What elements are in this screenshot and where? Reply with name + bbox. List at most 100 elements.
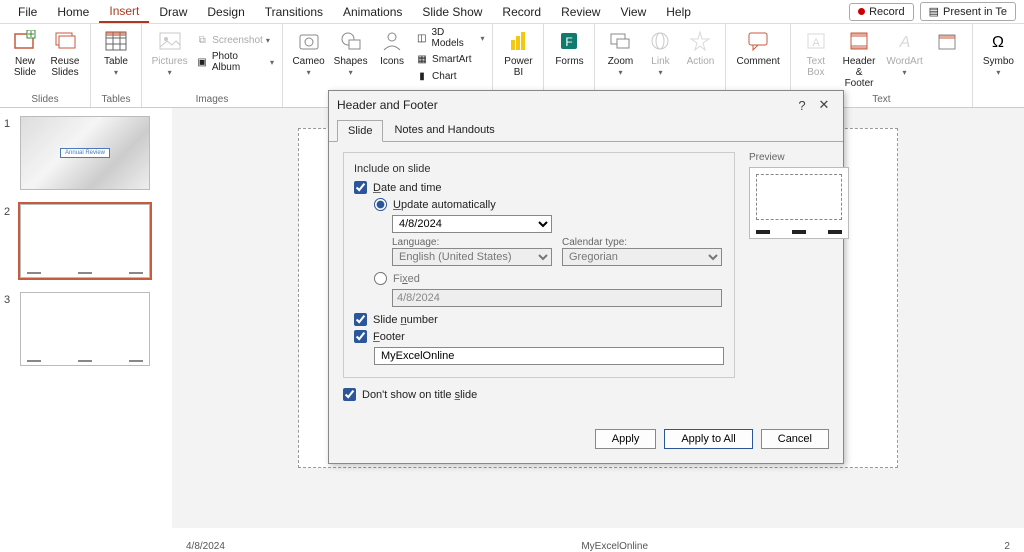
ribbon-group-slides-label: Slides	[6, 92, 84, 107]
menu-review[interactable]: Review	[551, 2, 610, 22]
screenshot-icon: ⧉	[195, 33, 209, 47]
dialog-title: Header and Footer	[337, 98, 791, 112]
slide-thumbnail-2[interactable]	[20, 204, 150, 278]
header-footer-icon	[845, 28, 873, 54]
update-auto-radio[interactable]	[374, 198, 387, 211]
menu-transitions[interactable]: Transitions	[255, 2, 333, 22]
ribbon-group-slides: New Slide Reuse Slides Slides	[0, 24, 91, 107]
footer-text-input[interactable]	[374, 347, 724, 365]
reuse-slides-icon	[51, 28, 79, 54]
fixed-radio[interactable]	[374, 272, 387, 285]
smartart-button[interactable]: ▦SmartArt	[413, 51, 486, 67]
record-button-label: Record	[869, 6, 904, 18]
menu-design[interactable]: Design	[197, 2, 254, 22]
apply-button[interactable]: Apply	[595, 429, 657, 449]
reuse-slides-button[interactable]: Reuse Slides	[46, 26, 84, 80]
menu-slideshow[interactable]: Slide Show	[412, 2, 492, 22]
cameo-icon	[295, 28, 323, 54]
action-label: Action	[687, 56, 715, 67]
date-format-select[interactable]: 4/8/2024	[392, 215, 552, 233]
svg-text:A: A	[898, 34, 910, 51]
wordart-button[interactable]: A WordArt▾	[883, 26, 926, 91]
fixed-date-input[interactable]	[392, 289, 722, 307]
pictures-button[interactable]: Pictures▾	[148, 26, 191, 80]
wordart-icon: A	[891, 28, 919, 54]
svg-text:A: A	[812, 37, 820, 49]
icons-label: Icons	[380, 56, 404, 67]
slide-thumbnail-1[interactable]: Annual Review	[20, 116, 150, 190]
menu-file[interactable]: File	[8, 2, 47, 22]
new-slide-icon	[11, 28, 39, 54]
textbox-button[interactable]: A Text Box	[797, 26, 835, 91]
textbox-label: Text Box	[807, 56, 825, 78]
powerbi-button[interactable]: Power BI	[499, 26, 537, 80]
language-select[interactable]: English (United States)	[392, 248, 552, 266]
menu-draw[interactable]: Draw	[149, 2, 197, 22]
menu-view[interactable]: View	[610, 2, 656, 22]
screenshot-button[interactable]: ⧉Screenshot ▾	[193, 32, 276, 48]
menu-insert[interactable]: Insert	[99, 1, 149, 23]
ribbon-group-tables-label: Tables	[97, 92, 135, 107]
include-on-slide-section: Include on slide Date and time Update au…	[343, 152, 735, 378]
calendar-type-select[interactable]: Gregorian	[562, 248, 722, 266]
cameo-button[interactable]: Cameo▾	[289, 26, 328, 84]
smartart-icon: ▦	[415, 52, 429, 66]
shapes-icon	[337, 28, 365, 54]
textbox-icon: A	[802, 28, 830, 54]
present-button[interactable]: ▤Present in Te	[920, 2, 1016, 21]
powerbi-icon	[504, 28, 532, 54]
menu-help[interactable]: Help	[656, 2, 701, 22]
calendar-type-label: Calendar type:	[562, 237, 722, 248]
slide-thumbnail-3[interactable]	[20, 292, 150, 366]
symbols-button[interactable]: ΩSymbo▾	[979, 26, 1018, 80]
ribbon-group-tables: Table ▾ Tables	[91, 24, 142, 107]
tab-slide[interactable]: Slide	[337, 120, 383, 142]
menu-record[interactable]: Record	[492, 2, 551, 22]
footer-checkbox[interactable]	[354, 330, 367, 343]
tab-notes-handouts[interactable]: Notes and Handouts	[383, 119, 505, 141]
ribbon-group-images-label: Images	[148, 92, 276, 107]
menu-animations[interactable]: Animations	[333, 2, 412, 22]
ribbon-group-images: Pictures▾ ⧉Screenshot ▾ ▣Photo Album ▾ I…	[142, 24, 283, 107]
icons-button[interactable]: Icons	[373, 26, 411, 84]
slide-number-checkbox[interactable]	[354, 313, 367, 326]
table-button[interactable]: Table ▾	[97, 26, 135, 80]
link-button[interactable]: Link▾	[641, 26, 679, 80]
dialog-close-button[interactable]: ✕	[813, 97, 835, 113]
comment-icon	[744, 28, 772, 54]
forms-button[interactable]: FForms	[550, 26, 588, 69]
thumb-number: 1	[4, 116, 20, 130]
menu-home[interactable]: Home	[47, 2, 99, 22]
apply-to-all-button[interactable]: Apply to All	[664, 429, 752, 449]
header-footer-button[interactable]: Header & Footer	[837, 26, 881, 91]
action-button[interactable]: Action	[681, 26, 719, 80]
date-time-checkbox[interactable]	[354, 181, 367, 194]
header-footer-dialog: Header and Footer ? ✕ Slide Notes and Ha…	[328, 90, 844, 464]
3d-models-button[interactable]: ◫3D Models ▾	[413, 26, 486, 50]
svg-text:F: F	[566, 35, 573, 49]
photo-album-button[interactable]: ▣Photo Album ▾	[193, 50, 276, 74]
comment-button[interactable]: Comment	[732, 26, 783, 69]
dialog-help-button[interactable]: ?	[791, 98, 813, 113]
shapes-button[interactable]: Shapes▾	[330, 26, 371, 84]
zoom-button[interactable]: Zoom▾	[601, 26, 639, 80]
date-time-quick-button[interactable]	[928, 26, 966, 91]
reuse-slides-label: Reuse Slides	[51, 56, 80, 78]
new-slide-button[interactable]: New Slide	[6, 26, 44, 80]
zoom-label: Zoom▾	[608, 56, 634, 78]
record-button[interactable]: Record	[849, 3, 913, 21]
slide-footer-date: 4/8/2024	[186, 541, 225, 552]
date-time-label: Date and time	[373, 182, 442, 194]
include-on-slide-label: Include on slide	[354, 163, 724, 175]
shapes-label: Shapes▾	[334, 56, 368, 78]
comment-label: Comment	[736, 56, 779, 67]
link-icon	[646, 28, 674, 54]
chart-button[interactable]: ▮Chart	[413, 68, 486, 84]
wordart-label: WordArt▾	[886, 56, 923, 78]
icons-icon	[378, 28, 406, 54]
slide-footer-text: MyExcelOnline	[581, 541, 648, 552]
cancel-button[interactable]: Cancel	[761, 429, 829, 449]
language-label: Language:	[392, 237, 552, 248]
symbols-label: Symbo▾	[983, 56, 1014, 78]
dont-show-title-checkbox[interactable]	[343, 388, 356, 401]
